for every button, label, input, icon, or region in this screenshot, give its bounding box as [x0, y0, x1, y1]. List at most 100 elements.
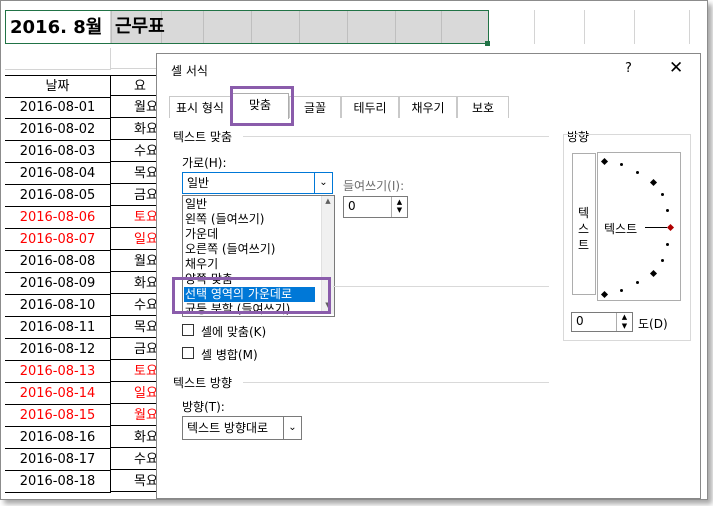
- date-cell[interactable]: 2016-08-17: [5, 449, 111, 471]
- dial-handle[interactable]: [666, 223, 675, 232]
- date-cell[interactable]: 2016-08-01: [5, 97, 111, 119]
- table-row: 2016-08-06 토요: [5, 207, 171, 229]
- option-highlight: [172, 277, 331, 314]
- table-row: 2016-08-08 월요: [5, 251, 171, 273]
- indent-label: 들여쓰기(I):: [343, 179, 405, 193]
- chevron-down-icon[interactable]: ⌄: [314, 173, 332, 193]
- option-center[interactable]: 가운데: [185, 227, 218, 242]
- option-fill[interactable]: 채우기: [185, 257, 218, 272]
- text-direction-label: 텍스트 방향: [173, 376, 233, 390]
- vertical-text-char: 트: [578, 238, 590, 252]
- date-cell[interactable]: [5, 48, 111, 70]
- dial-marker: [666, 209, 669, 212]
- tab-font[interactable]: 글꼴: [289, 96, 341, 118]
- chevron-down-icon[interactable]: ⌄: [283, 417, 301, 439]
- date-cell[interactable]: 2016-08-09: [5, 273, 111, 295]
- date-cell[interactable]: 2016-08-13: [5, 361, 111, 383]
- date-cell[interactable]: 2016-08-14: [5, 383, 111, 405]
- date-cell[interactable]: 2016-08-07: [5, 229, 111, 251]
- tab-border[interactable]: 테두리: [341, 96, 399, 118]
- option-left-indent[interactable]: 왼쪽 (들여쓰기): [185, 212, 264, 227]
- dial-marker: [649, 269, 658, 278]
- dial-marker: [661, 259, 664, 262]
- title-row: 2016. 8월 근무표: [5, 10, 705, 46]
- date-cell[interactable]: 2016-08-10: [5, 295, 111, 317]
- date-cell[interactable]: 2016-08-03: [5, 141, 111, 163]
- table-row: 2016-08-17 수요: [5, 449, 171, 471]
- dial-marker: [649, 178, 658, 187]
- option-general[interactable]: 일반: [185, 197, 207, 212]
- direction-select[interactable]: 텍스트 방향대로 ⌄: [182, 416, 302, 440]
- date-cell[interactable]: 2016-08-18: [5, 471, 111, 493]
- merge-cells-checkbox[interactable]: [182, 347, 194, 359]
- scroll-up-icon[interactable]: ▲: [322, 197, 334, 209]
- separator: [333, 286, 549, 287]
- tab-fill[interactable]: 채우기: [399, 96, 457, 118]
- indent-spin-buttons[interactable]: ▲ ▼: [391, 197, 407, 217]
- screenshot-frame: 2016. 8월 근무표 날짜 요 2016-08-01 월요 2016-08-…: [0, 0, 708, 500]
- date-cell[interactable]: 2016-08-15: [5, 405, 111, 427]
- tab-highlight: [230, 86, 294, 126]
- indent-value: 0: [348, 199, 356, 213]
- table-row: 2016-08-13 토요: [5, 361, 171, 383]
- degree-spinner[interactable]: 0 ▲ ▼: [571, 312, 633, 332]
- dial-marker: [666, 243, 669, 246]
- date-cell[interactable]: 2016-08-04: [5, 163, 111, 185]
- selection-border: [5, 10, 489, 44]
- spin-down-icon[interactable]: ▼: [617, 322, 632, 331]
- grid-right: [489, 10, 705, 44]
- option-right-indent[interactable]: 오른쪽 (들여쓰기): [185, 242, 275, 257]
- table-row: 2016-08-15 월요: [5, 405, 171, 427]
- table-row: 2016-08-11 목요: [5, 317, 171, 339]
- table-row: 2016-08-09 화요: [5, 273, 171, 295]
- dialog-title: 셀 서식: [171, 64, 208, 78]
- degree-value: 0: [576, 314, 584, 328]
- merge-cells-label: 셀 병합(M): [201, 348, 258, 362]
- date-cell[interactable]: 2016-08-02: [5, 119, 111, 141]
- tab-protection[interactable]: 보호: [457, 96, 509, 118]
- table-row: 2016-08-12 금요: [5, 339, 171, 361]
- date-cell[interactable]: 2016-08-12: [5, 339, 111, 361]
- date-cell[interactable]: 날짜: [5, 75, 111, 98]
- table-row: 2016-08-01 월요: [5, 97, 171, 119]
- dial-text: 텍스트: [604, 222, 638, 236]
- dial-marker: [600, 157, 609, 166]
- spin-up-icon[interactable]: ▲: [617, 313, 632, 322]
- indent-spinner[interactable]: 0 ▲ ▼: [343, 196, 408, 218]
- date-cell[interactable]: 2016-08-05: [5, 185, 111, 207]
- table-row: 2016-08-05 금요: [5, 185, 171, 207]
- table-row: 2016-08-18 목요: [5, 471, 171, 493]
- table-row: 2016-08-07 일요: [5, 229, 171, 251]
- separator: [243, 382, 549, 383]
- orientation-dial[interactable]: 텍스트: [597, 152, 681, 301]
- vertical-text-char: 스: [578, 222, 590, 236]
- dial-marker: [620, 289, 623, 292]
- date-cell[interactable]: 2016-08-08: [5, 251, 111, 273]
- degree-spin-buttons[interactable]: ▲ ▼: [616, 313, 632, 331]
- date-cell[interactable]: 2016-08-16: [5, 427, 111, 449]
- direction-value: 텍스트 방향대로: [187, 421, 269, 435]
- help-button[interactable]: ?: [625, 61, 632, 76]
- tab-number[interactable]: 표시 형식: [169, 96, 231, 118]
- table-row: 2016-08-10 수요: [5, 295, 171, 317]
- direction-label: 방향(T):: [182, 400, 225, 414]
- horizontal-select[interactable]: 일반 ⌄: [182, 172, 333, 194]
- shrink-to-fit-checkbox[interactable]: [182, 324, 194, 336]
- table-row: 2016-08-14 일요: [5, 383, 171, 405]
- vertical-text-button[interactable]: 텍 스 트: [572, 153, 596, 295]
- table-row: 2016-08-03 수요: [5, 141, 171, 163]
- close-icon[interactable]: ✕: [669, 58, 683, 78]
- table-row: 2016-08-04 목요: [5, 163, 171, 185]
- table-row: 2016-08-02 화요: [5, 119, 171, 141]
- dial-marker: [636, 281, 639, 284]
- dial-needle: [645, 227, 667, 228]
- horizontal-value: 일반: [187, 176, 210, 190]
- date-cell[interactable]: 2016-08-11: [5, 317, 111, 339]
- spin-down-icon[interactable]: ▼: [392, 206, 407, 216]
- vertical-text-char: 텍: [578, 206, 590, 220]
- text-alignment-label: 텍스트 맞춤: [173, 130, 233, 144]
- degree-label: 도(D): [638, 317, 668, 331]
- format-cells-dialog: 셀 서식 ? ✕ 표시 형식 맞춤 글꼴 테두리 채우기 보호 텍스트 맞춤 가…: [156, 53, 701, 499]
- table-row: 2016-08-16 화요: [5, 427, 171, 449]
- date-cell[interactable]: 2016-08-06: [5, 207, 111, 229]
